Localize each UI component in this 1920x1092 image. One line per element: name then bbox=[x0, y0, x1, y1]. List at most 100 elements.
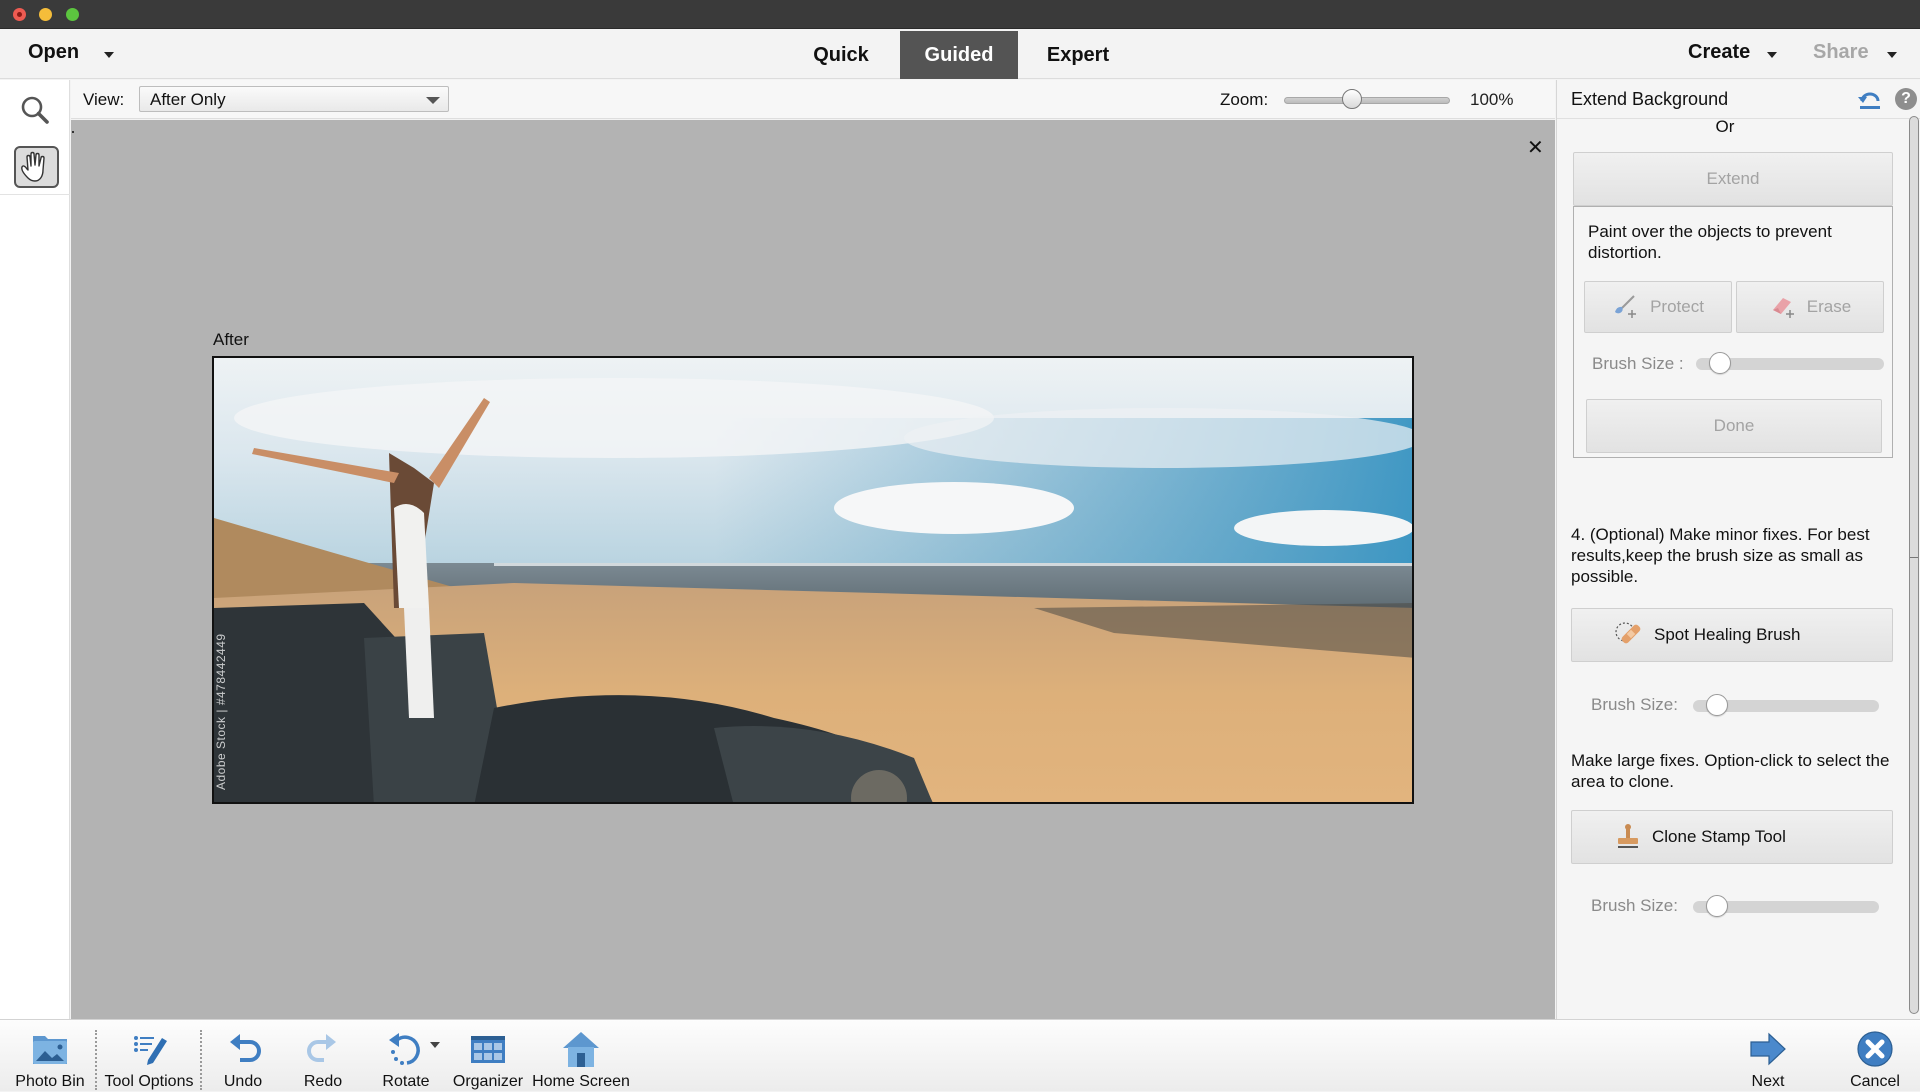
close-icon[interactable]: ✕ bbox=[1527, 138, 1544, 158]
tool-options-icon bbox=[134, 1036, 167, 1065]
protect-section: Paint over the objects to prevent distor… bbox=[1573, 206, 1893, 458]
photo-image bbox=[214, 358, 1412, 802]
panel-header: Extend Background ? bbox=[1557, 80, 1920, 119]
brush-size-label: Brush Size: bbox=[1591, 896, 1678, 915]
window-zoom-button[interactable] bbox=[66, 8, 79, 21]
undo-icon bbox=[230, 1034, 261, 1062]
window-minimize-button[interactable] bbox=[39, 8, 52, 21]
stock-watermark: Adobe Stock | #478442449 bbox=[214, 633, 228, 790]
photo-bin-icon bbox=[33, 1036, 67, 1064]
window-titlebar bbox=[0, 0, 1920, 29]
photo-bin-label: Photo Bin bbox=[15, 1073, 85, 1090]
zoom-value: 100% bbox=[1470, 90, 1514, 109]
clone-stamp-label: Clone Stamp Tool bbox=[1652, 827, 1786, 846]
next-label: Next bbox=[1751, 1073, 1785, 1090]
magnifier-icon bbox=[21, 96, 49, 124]
clone-stamp-brush-size-slider[interactable] bbox=[1693, 895, 1879, 917]
image-canvas[interactable]: ✕ After Adobe Stock | #478442449 bbox=[71, 120, 1555, 1019]
organizer-button[interactable]: Organizer bbox=[448, 1020, 528, 1092]
redo-button[interactable]: Redo bbox=[290, 1020, 356, 1092]
slider-thumb[interactable] bbox=[1706, 694, 1729, 716]
canvas-marker bbox=[72, 131, 74, 133]
tool-options-button[interactable]: Tool Options bbox=[100, 1020, 198, 1092]
protect-button-label: Protect bbox=[1650, 297, 1704, 316]
photo-preview[interactable]: Adobe Stock | #478442449 bbox=[212, 356, 1414, 804]
guided-edit-panel: Extend Background ? Or Extend Paint over… bbox=[1556, 80, 1920, 1020]
rotate-label: Rotate bbox=[382, 1073, 430, 1090]
reset-icon[interactable] bbox=[1857, 89, 1883, 111]
spot-healing-brush-button[interactable]: Spot Healing Brush bbox=[1571, 608, 1893, 662]
zoom-tool-button[interactable] bbox=[19, 94, 51, 126]
cancel-circle-icon bbox=[1857, 1031, 1893, 1067]
open-button[interactable]: Open bbox=[28, 41, 79, 64]
extend-button[interactable]: Extend bbox=[1573, 152, 1893, 206]
next-button[interactable]: Next bbox=[1738, 1020, 1798, 1092]
chevron-down-icon bbox=[426, 97, 440, 104]
mode-bar: Open Quick Guided Expert Create Share bbox=[0, 29, 1920, 79]
view-label: View: bbox=[83, 90, 125, 109]
erase-button-label: Erase bbox=[1806, 297, 1852, 316]
scrollbar-divider bbox=[1910, 557, 1918, 558]
after-label: After bbox=[213, 330, 249, 349]
open-dropdown-caret-icon[interactable] bbox=[104, 52, 114, 58]
tool-options-label: Tool Options bbox=[104, 1073, 194, 1090]
done-button[interactable]: Done bbox=[1586, 399, 1882, 453]
panel-scrollbar[interactable] bbox=[1909, 116, 1919, 1014]
view-select[interactable]: After Only bbox=[139, 86, 449, 112]
redo-icon bbox=[307, 1034, 336, 1062]
or-label: Or bbox=[1715, 117, 1735, 136]
redo-label: Redo bbox=[303, 1073, 343, 1090]
create-dropdown-caret-icon[interactable] bbox=[1767, 52, 1777, 58]
clone-stamp-icon bbox=[1618, 823, 1638, 848]
home-screen-button[interactable]: Home Screen bbox=[530, 1020, 632, 1092]
brush-size-label: Brush Size: bbox=[1591, 695, 1678, 714]
taskbar-divider bbox=[200, 1030, 202, 1090]
arrow-right-icon bbox=[1750, 1032, 1786, 1066]
share-button[interactable]: Share bbox=[1813, 41, 1869, 64]
toolbox-divider bbox=[0, 194, 70, 195]
spot-healing-brush-size-slider[interactable] bbox=[1693, 694, 1879, 716]
protect-brush-size-slider[interactable] bbox=[1696, 352, 1884, 374]
cancel-button[interactable]: Cancel bbox=[1840, 1020, 1910, 1092]
cancel-label: Cancel bbox=[1850, 1073, 1900, 1090]
zoom-slider-thumb[interactable] bbox=[1342, 89, 1363, 109]
organizer-label: Organizer bbox=[452, 1073, 524, 1090]
view-select-value: After Only bbox=[150, 90, 226, 109]
zoom-label: Zoom: bbox=[1220, 90, 1269, 109]
tab-quick[interactable]: Quick bbox=[792, 31, 890, 79]
slider-thumb[interactable] bbox=[1706, 895, 1729, 917]
hand-tool-button[interactable] bbox=[14, 146, 59, 188]
tab-expert[interactable]: Expert bbox=[1030, 31, 1126, 79]
bottom-taskbar: Photo Bin Tool Options Undo Redo Rotate … bbox=[0, 1019, 1920, 1091]
spot-healing-label: Spot Healing Brush bbox=[1654, 625, 1801, 644]
undo-label: Undo bbox=[223, 1073, 263, 1090]
rotate-button[interactable]: Rotate bbox=[370, 1020, 442, 1092]
toolbox bbox=[0, 80, 70, 1020]
protect-button[interactable]: Protect bbox=[1584, 281, 1732, 333]
rotate-icon bbox=[389, 1033, 420, 1065]
share-dropdown-caret-icon[interactable] bbox=[1887, 52, 1897, 58]
tab-guided[interactable]: Guided bbox=[900, 31, 1018, 79]
protect-description: Paint over the objects to prevent distor… bbox=[1588, 222, 1832, 262]
taskbar-divider bbox=[95, 1030, 97, 1090]
rotate-dropdown-caret-icon[interactable] bbox=[430, 1042, 440, 1048]
panel-title: Extend Background bbox=[1571, 89, 1729, 109]
large-fixes-description: Make large fixes. Option-click to select… bbox=[1571, 751, 1890, 791]
photo-bin-button[interactable]: Photo Bin bbox=[8, 1020, 92, 1092]
protect-brush-icon bbox=[1615, 294, 1637, 318]
erase-button[interactable]: Erase bbox=[1736, 281, 1884, 333]
help-icon[interactable]: ? bbox=[1895, 88, 1917, 110]
home-screen-label: Home Screen bbox=[532, 1073, 630, 1090]
undo-button[interactable]: Undo bbox=[210, 1020, 276, 1092]
zoom-slider[interactable] bbox=[1284, 97, 1450, 104]
eraser-icon bbox=[1772, 297, 1794, 318]
clone-stamp-tool-button[interactable]: Clone Stamp Tool bbox=[1571, 810, 1893, 864]
organizer-icon bbox=[471, 1036, 505, 1063]
step4-description: 4. (Optional) Make minor fixes. For best… bbox=[1571, 525, 1870, 586]
view-options-bar: View: After Only Zoom: 100% bbox=[71, 80, 1555, 119]
window-close-button[interactable] bbox=[13, 8, 26, 21]
slider-thumb[interactable] bbox=[1709, 352, 1732, 374]
brush-size-label: Brush Size : bbox=[1592, 354, 1684, 373]
create-button[interactable]: Create bbox=[1688, 41, 1750, 64]
hand-icon bbox=[21, 151, 45, 182]
